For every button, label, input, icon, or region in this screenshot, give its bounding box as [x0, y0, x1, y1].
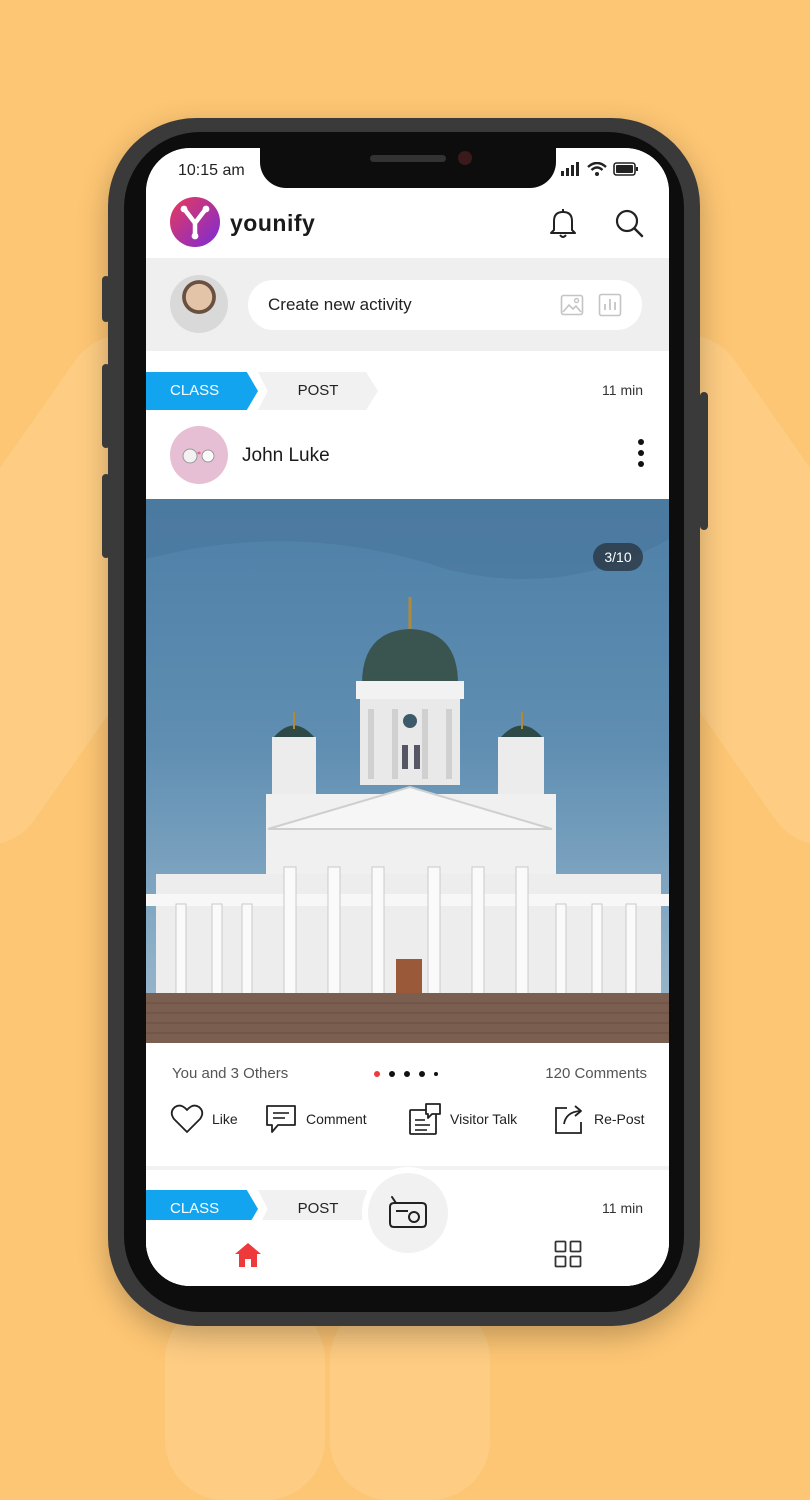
image-counter: 3/10 — [593, 543, 643, 571]
author-avatar[interactable] — [170, 426, 228, 484]
carousel-indicator — [374, 1071, 438, 1077]
visitor-talk-button[interactable]: Visitor Talk — [408, 1099, 517, 1139]
visitor-talk-label: Visitor Talk — [450, 1111, 518, 1127]
app-bar: younify — [146, 188, 669, 258]
younify-logo — [170, 197, 220, 247]
comment-label: Comment — [306, 1111, 367, 1127]
post-time: 11 min — [602, 1200, 643, 1216]
repost-button[interactable]: Re-Post — [552, 1099, 645, 1139]
carousel-dot — [404, 1071, 410, 1077]
create-activity-input[interactable]: Create new activity — [248, 280, 642, 330]
search-icon[interactable] — [614, 208, 644, 238]
like-label: Like — [212, 1111, 238, 1127]
repost-icon — [555, 1105, 582, 1134]
comment-button[interactable]: Comment — [264, 1099, 367, 1139]
tag-class[interactable]: CLASS — [146, 372, 258, 410]
home-icon[interactable] — [234, 1242, 262, 1268]
more-icon[interactable] — [633, 438, 649, 468]
phone-side-button — [102, 276, 110, 322]
app-brand-name: younify — [230, 210, 316, 236]
like-button[interactable]: Like — [170, 1099, 238, 1139]
signal-icon — [561, 162, 579, 176]
my-avatar[interactable] — [170, 275, 228, 333]
phone-side-button — [102, 474, 110, 558]
background-shape — [330, 1300, 490, 1500]
radio-button[interactable] — [368, 1173, 448, 1253]
activity-post: CLASS POST 11 min John Luke 3/10 You and… — [146, 351, 669, 1166]
carousel-dot — [419, 1071, 425, 1077]
likes-summary[interactable]: You and 3 Others — [172, 1065, 288, 1082]
status-time: 10:15 am — [178, 162, 245, 179]
repost-label: Re-Post — [594, 1111, 645, 1127]
tag-post[interactable]: POST — [258, 372, 378, 410]
background-shape — [165, 1300, 325, 1500]
carousel-dot — [434, 1072, 438, 1076]
comments-count[interactable]: 120 Comments — [545, 1065, 647, 1082]
heart-icon — [170, 1104, 204, 1133]
poll-icon[interactable] — [598, 293, 622, 317]
wifi-icon — [587, 162, 607, 176]
author-name[interactable]: John Luke — [242, 445, 330, 467]
create-activity-placeholder: Create new activity — [268, 295, 412, 314]
carousel-dot-active — [374, 1071, 380, 1077]
comment-icon — [266, 1105, 296, 1133]
phone-notch — [260, 148, 556, 188]
post-image[interactable]: 3/10 — [146, 499, 669, 1043]
radio-icon — [389, 1196, 427, 1228]
image-icon[interactable] — [560, 293, 584, 317]
app-screen: 10:15 am younify Create new activity CLA… — [146, 148, 669, 1286]
battery-icon — [613, 162, 638, 176]
carousel-dot — [389, 1071, 395, 1077]
create-activity-bar: Create new activity — [146, 258, 669, 351]
post-time: 11 min — [602, 382, 643, 398]
grid-icon[interactable] — [554, 1240, 582, 1268]
bell-icon[interactable] — [548, 207, 578, 239]
phone-side-button — [700, 392, 708, 530]
phone-side-button — [102, 364, 110, 448]
visitor-talk-icon — [409, 1103, 441, 1135]
cathedral-image — [146, 499, 669, 1043]
